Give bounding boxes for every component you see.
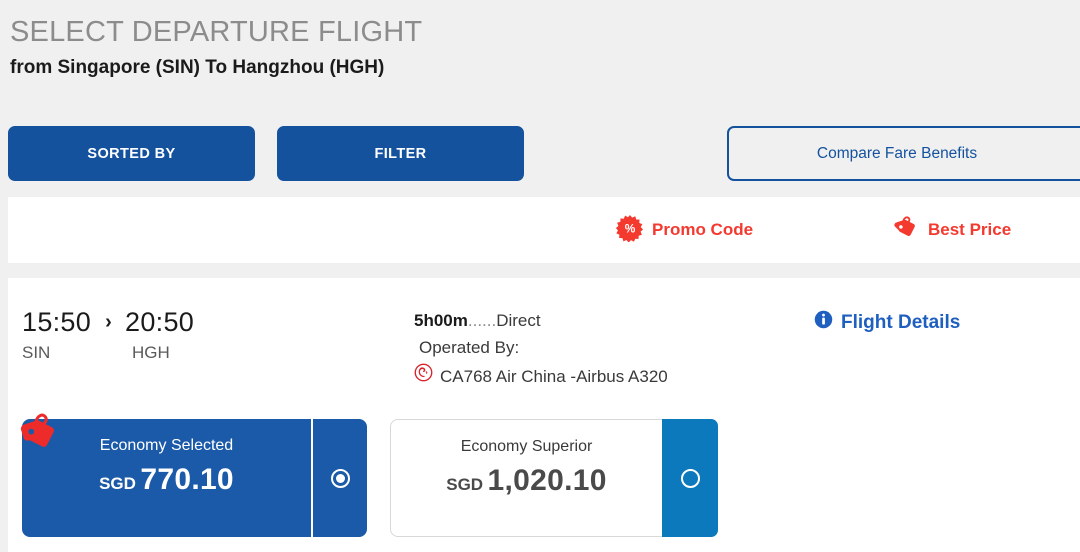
fare-radio-column[interactable] (662, 419, 718, 537)
radio-selected-icon[interactable] (331, 469, 350, 488)
carrier-row: CA768 Air China -Airbus A320 (414, 363, 668, 389)
operated-by-label: Operated By: (414, 335, 668, 360)
compare-fare-benefits-button[interactable]: Compare Fare Benefits (727, 126, 1080, 181)
compare-fare-benefits-label: Compare Fare Benefits (817, 145, 977, 163)
legend-bar: % Promo Code Best Price (8, 197, 1080, 263)
carrier-text: CA768 Air China -Airbus A320 (440, 364, 668, 389)
fare-price: SGD 1,020.10 (446, 464, 606, 498)
best-price-tag-icon (16, 411, 62, 457)
legend-item-best-price: Best Price (890, 213, 1011, 248)
page-header: SELECT DEPARTURE FLIGHT from Singapore (… (0, 0, 1080, 82)
fare-amount: 1,020.10 (488, 464, 607, 497)
radio-unselected-icon[interactable] (681, 469, 700, 488)
flight-details-link[interactable]: Flight Details (814, 310, 960, 335)
filter-button[interactable]: FILTER (277, 126, 524, 181)
fare-amount: 770.10 (140, 463, 234, 496)
fare-option-economy-selected[interactable]: Economy Selected SGD 770.10 (22, 419, 367, 537)
fare-currency: SGD (446, 475, 483, 494)
best-price-label: Best Price (928, 220, 1011, 240)
arrow-right-icon: › (105, 306, 112, 338)
fare-price: SGD 770.10 (99, 463, 234, 497)
flight-duration: 5h00m (414, 311, 468, 330)
arrival-time: 20:50 (125, 306, 194, 338)
promo-starburst-icon: % (616, 214, 644, 247)
legend-item-promo-code: % Promo Code (616, 214, 753, 247)
fare-currency: SGD (99, 474, 136, 493)
air-china-logo-icon (414, 363, 433, 389)
flight-times: 15:50 › 20:50 SIN HGH (22, 306, 194, 363)
fare-name: Economy Superior (461, 436, 593, 458)
page-title: SELECT DEPARTURE FLIGHT (10, 14, 1080, 50)
fare-name: Economy Selected (100, 435, 233, 457)
route-subtitle: from Singapore (SIN) To Hangzhou (HGH) (10, 54, 1080, 82)
arrival-airport-code: HGH (132, 343, 170, 363)
flight-details-label: Flight Details (841, 312, 960, 334)
flight-stops: Direct (496, 311, 540, 330)
flight-result-card: 15:50 › 20:50 SIN HGH 5h00m......Direct … (8, 278, 1080, 552)
info-icon (814, 310, 833, 335)
promo-code-label: Promo Code (652, 220, 753, 240)
fare-body: Economy Selected SGD 770.10 (22, 419, 311, 537)
fare-option-economy-superior[interactable]: Economy Superior SGD 1,020.10 (390, 419, 718, 537)
sorted-by-button[interactable]: SORTED BY (8, 126, 255, 181)
price-tag-icon (890, 213, 920, 248)
fare-radio-column[interactable] (311, 419, 367, 537)
toolbar: SORTED BY FILTER Compare Fare Benefits (0, 126, 1080, 184)
departure-time: 15:50 (22, 306, 91, 338)
flight-info: 5h00m......Direct Operated By: CA768 Air… (414, 308, 668, 389)
fare-body: Economy Superior SGD 1,020.10 (391, 420, 662, 536)
svg-text:%: % (625, 221, 636, 235)
departure-airport-code: SIN (22, 343, 132, 363)
duration-dots: ...... (468, 311, 496, 330)
